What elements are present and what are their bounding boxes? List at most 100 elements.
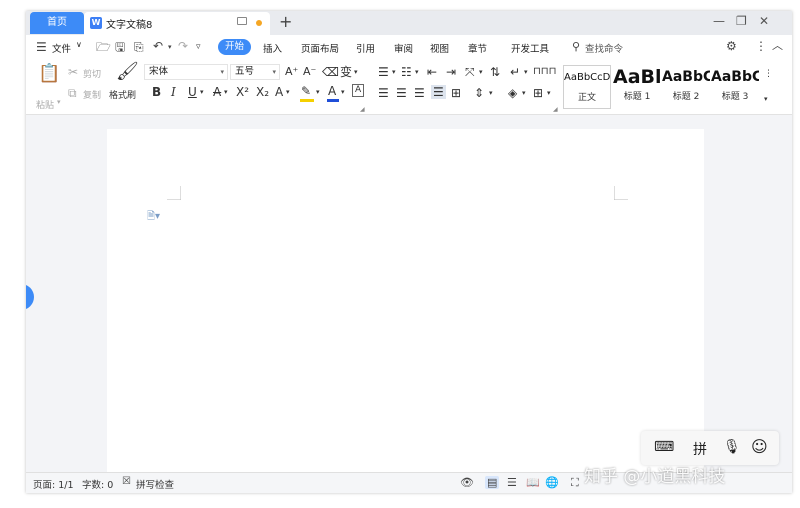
style-heading-1[interactable]: AaBl 标题 1 <box>613 65 661 109</box>
undo-dropdown-icon[interactable]: ▾ <box>168 40 172 54</box>
more-vertical-icon[interactable]: ⋮ <box>755 39 767 53</box>
cut-label[interactable]: 剪切 <box>83 67 101 80</box>
increase-font-icon[interactable]: A⁺ <box>285 65 298 79</box>
paragraph-dialog-launcher-icon[interactable]: ◢ <box>553 106 558 113</box>
minimize-button[interactable]: — <box>713 14 725 28</box>
tab-document[interactable]: W 文字文稿8 <box>84 12 270 35</box>
highlight-dropdown-icon[interactable]: ▾ <box>316 88 320 96</box>
redo-icon[interactable]: ↷ <box>178 39 188 53</box>
show-hide-marks-icon[interactable]: ↵ <box>510 65 520 79</box>
bold-icon[interactable]: B <box>152 85 161 99</box>
customize-dropdown-icon[interactable]: ▿ <box>196 40 201 54</box>
phonetic-guide-icon[interactable]: 变 <box>340 65 352 79</box>
gear-icon[interactable]: ⚙ <box>726 39 737 53</box>
increase-indent-icon[interactable]: ⇥ <box>446 65 456 79</box>
emoji-icon[interactable]: ☺ <box>751 437 768 456</box>
align-right-icon[interactable]: ☰ <box>414 86 425 100</box>
hamburger-icon[interactable]: ☰ <box>36 40 47 54</box>
ime-pinyin-button[interactable]: 拼 <box>693 439 707 459</box>
highlight-icon[interactable]: ✎ <box>301 84 311 98</box>
word-count[interactable]: 字数: 0 <box>82 477 113 491</box>
align-center-icon[interactable]: ☰ <box>396 86 407 100</box>
menu-developer-tools[interactable]: 开发工具 <box>511 41 549 55</box>
chinese-layout-dropdown-icon[interactable]: ▾ <box>479 68 483 76</box>
text-effect-icon[interactable]: A <box>275 85 283 99</box>
style-normal[interactable]: AaBbCcDd 正文 <box>563 65 611 109</box>
phonetic-dropdown-icon[interactable]: ▾ <box>354 68 358 76</box>
border-dropdown-icon[interactable]: ▾ <box>547 89 551 97</box>
menu-review[interactable]: 审阅 <box>394 41 413 55</box>
menu-file[interactable]: 文件 <box>52 41 71 55</box>
bullet-list-dropdown-icon[interactable]: ▾ <box>392 68 396 76</box>
font-family-select[interactable]: 宋体 ▾ <box>144 64 228 80</box>
style-heading-3[interactable]: AaBbC 标题 3 <box>711 65 759 109</box>
spell-check-icon[interactable]: ☒ <box>122 476 131 487</box>
strikethrough-dropdown-icon[interactable]: ▾ <box>224 88 228 96</box>
chinese-layout-icon[interactable]: ⤧ <box>465 65 475 79</box>
line-spacing-icon[interactable]: ⇕ <box>474 86 484 100</box>
copy-label[interactable]: 复制 <box>83 88 101 101</box>
page-view-icon[interactable]: ▤ <box>485 476 500 489</box>
align-left-icon[interactable]: ☰ <box>378 86 389 100</box>
microphone-icon[interactable]: 🎙 <box>723 439 741 455</box>
chevron-down-icon[interactable]: ∨ <box>76 40 82 49</box>
menu-references[interactable]: 引用 <box>356 41 375 55</box>
undo-icon[interactable]: ↶ <box>153 39 163 53</box>
web-view-icon[interactable]: 🌐 <box>545 476 559 489</box>
screen-icon[interactable] <box>237 17 247 25</box>
font-color-dropdown-icon[interactable]: ▾ <box>341 88 345 96</box>
document-page[interactable]: 🗎▾ <box>107 129 704 472</box>
menu-start[interactable]: 开始 <box>218 39 251 55</box>
export-icon[interactable]: ⎘ <box>134 40 144 54</box>
decrease-font-icon[interactable]: A⁻ <box>303 65 316 79</box>
save-icon[interactable]: 🖫 <box>115 40 125 54</box>
fit-page-icon[interactable]: ⛶ <box>571 476 579 490</box>
italic-icon[interactable]: I <box>171 85 176 99</box>
shading-dropdown-icon[interactable]: ▾ <box>522 89 526 97</box>
clear-format-icon[interactable]: ⌫ <box>322 65 339 79</box>
underline-icon[interactable]: U <box>188 85 197 99</box>
open-folder-icon[interactable]: 🗁 <box>96 40 111 54</box>
format-painter-label[interactable]: 格式刷 <box>109 88 136 101</box>
format-painter-icon[interactable]: 🖌 <box>116 62 139 82</box>
subscript-icon[interactable]: X₂ <box>256 85 269 99</box>
distributed-align-icon[interactable]: ⊞ <box>451 86 461 100</box>
ruler-icon[interactable]: ⊓⊓⊓ <box>533 65 556 79</box>
close-button[interactable]: ✕ <box>759 14 769 28</box>
marks-dropdown-icon[interactable]: ▾ <box>524 68 528 76</box>
menu-page-layout[interactable]: 页面布局 <box>301 41 339 55</box>
superscript-icon[interactable]: X² <box>236 85 249 99</box>
char-border-icon[interactable]: A <box>352 84 365 97</box>
numbered-list-icon[interactable]: ☷ <box>401 65 412 79</box>
collapse-ribbon-icon[interactable]: ︿ <box>772 39 783 53</box>
border-icon[interactable]: ⊞ <box>533 86 543 100</box>
menu-chapter[interactable]: 章节 <box>468 41 487 55</box>
copy-icon[interactable]: ⧉ <box>68 86 77 100</box>
styles-scroll-up-icon[interactable]: ⋮ <box>764 69 773 79</box>
page-indicator[interactable]: 页面: 1/1 <box>33 477 74 491</box>
side-panel-toggle[interactable] <box>26 284 34 310</box>
restore-button[interactable]: ❐ <box>736 14 747 28</box>
outline-view-icon[interactable]: ☰ <box>507 476 517 489</box>
line-spacing-dropdown-icon[interactable]: ▾ <box>489 89 493 97</box>
strikethrough-icon[interactable]: A <box>213 85 221 99</box>
paragraph-mark-icon[interactable]: 🗎▾ <box>147 209 160 226</box>
tab-home[interactable]: 首页 <box>30 12 84 34</box>
eye-protection-icon[interactable]: 👁 <box>460 476 474 489</box>
font-dialog-launcher-icon[interactable]: ◢ <box>360 106 365 113</box>
paste-label[interactable]: 粘贴 <box>36 98 54 111</box>
paste-dropdown-icon[interactable]: ▾ <box>57 98 61 106</box>
sort-icon[interactable]: ⇅ <box>490 65 500 79</box>
menu-insert[interactable]: 插入 <box>263 41 282 55</box>
new-tab-button[interactable]: + <box>279 13 292 31</box>
font-color-icon[interactable]: A <box>328 84 336 98</box>
spell-check-label[interactable]: 拼写检查 <box>136 477 174 491</box>
reading-view-icon[interactable]: 📖 <box>526 476 540 489</box>
text-effect-dropdown-icon[interactable]: ▾ <box>286 88 290 96</box>
search-icon[interactable]: ⚲ <box>572 40 580 54</box>
shading-icon[interactable]: ◈ <box>508 86 517 100</box>
numbered-list-dropdown-icon[interactable]: ▾ <box>415 68 419 76</box>
justify-icon[interactable]: ☰ <box>431 85 446 99</box>
style-heading-2[interactable]: AaBbC 标题 2 <box>662 65 710 109</box>
paste-icon[interactable]: 📋 <box>38 64 60 84</box>
